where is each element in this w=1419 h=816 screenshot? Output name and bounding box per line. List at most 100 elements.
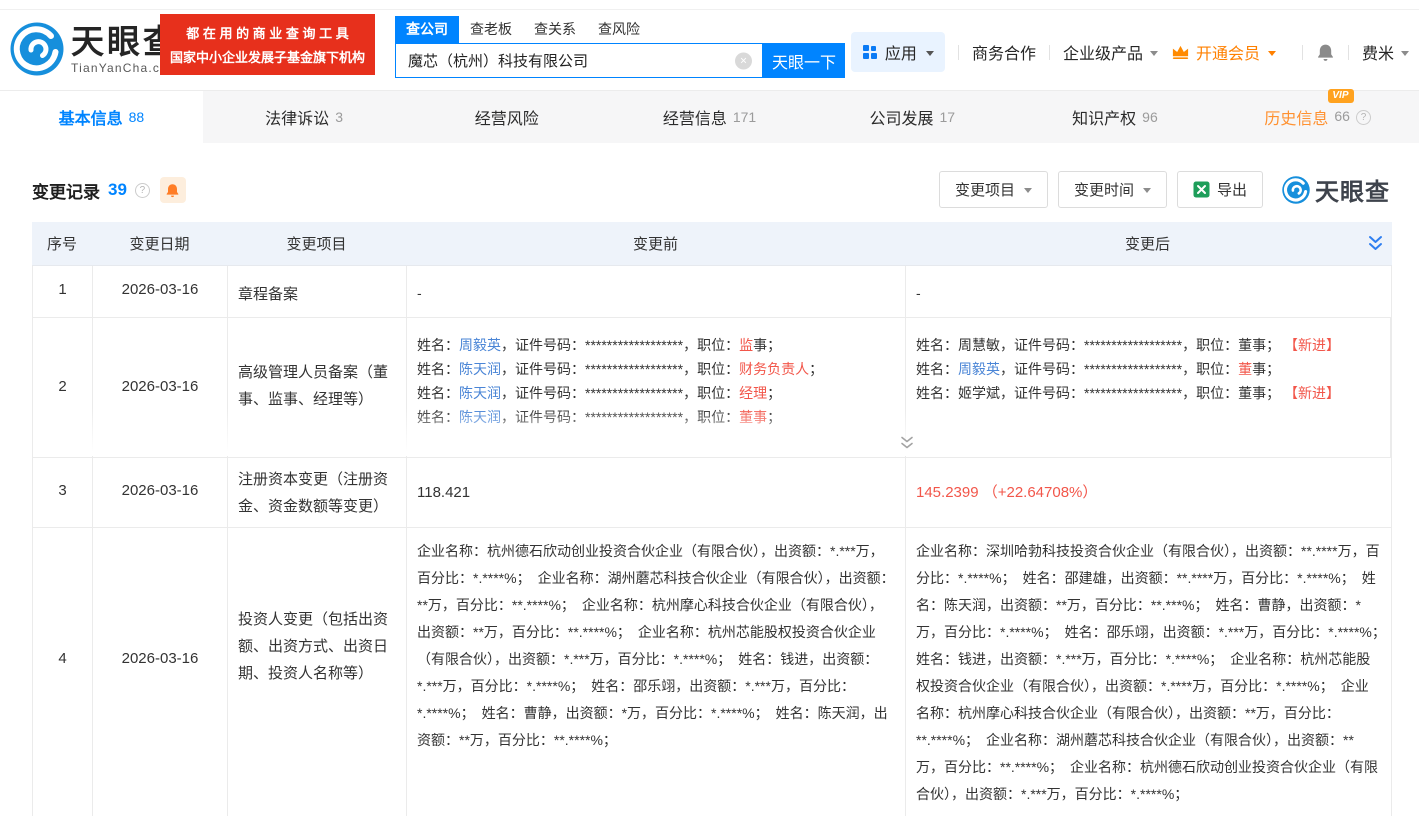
cell-change-item: 投资人变更（包括出资额、出资方式、出资日期、投资人名称等）: [228, 528, 407, 816]
export-button[interactable]: 导出: [1176, 171, 1263, 208]
table-row: 3 2026-03-16 注册资本变更（注册资金、资金数额等变更） 118.42…: [32, 458, 1392, 528]
tab-count: 66: [1334, 108, 1350, 124]
search-tabs: 查公司 查老板 查关系 查风险: [395, 16, 845, 43]
search-button[interactable]: 天眼一下: [763, 43, 845, 78]
nav-enterprise-label: 企业级产品: [1062, 46, 1143, 63]
notification-bell-icon[interactable]: [1316, 43, 1335, 62]
tab-count: 88: [128, 109, 145, 125]
search-tab-boss[interactable]: 查老板: [459, 16, 523, 43]
chevron-down-icon: [1142, 188, 1151, 193]
change-records-table: 序号 变更日期 变更项目 变更前 变更后 1 2026-03-16 章程备案 -…: [32, 222, 1393, 816]
help-icon[interactable]: ?: [134, 182, 150, 198]
search-tab-relation[interactable]: 查关系: [523, 16, 587, 43]
tab-label: 基本信息: [58, 111, 123, 128]
export-label: 导出: [1216, 182, 1247, 199]
nav-divider: [1347, 44, 1349, 60]
table-header-row: 序号 变更日期 变更项目 变更前 变更后: [32, 222, 1392, 266]
cell-seq: 1: [33, 266, 93, 317]
filter-change-time-button[interactable]: 变更时间: [1057, 171, 1167, 208]
tab-history-info[interactable]: 历史信息 VIP 66 ?: [1216, 89, 1419, 143]
chevron-down-icon: [1023, 188, 1032, 193]
expand-row-icon[interactable]: [899, 436, 915, 455]
nav-apps-button[interactable]: 应用: [850, 32, 945, 72]
table-row: 4 2026-03-16 投资人变更（包括出资额、出资方式、出资日期、投资人名称…: [32, 528, 1393, 816]
cell-date: 2026-03-16: [93, 266, 228, 317]
filter-change-item-button[interactable]: 变更项目: [938, 171, 1048, 208]
watermark-label: 天眼查: [1315, 179, 1390, 206]
nav-open-vip[interactable]: 开通会员: [1171, 40, 1276, 64]
entity-link[interactable]: 陈天润: [459, 385, 501, 401]
cell-seq: 2: [33, 318, 93, 457]
chevron-down-icon: [1267, 50, 1276, 56]
subscribe-bell-button[interactable]: [159, 177, 186, 203]
entity-link[interactable]: 周毅英: [459, 337, 501, 353]
cell-change-item: 注册资本变更（注册资金、资金数额等变更）: [228, 458, 407, 527]
tab-company-development[interactable]: 公司发展 17: [811, 91, 1014, 143]
entity-link[interactable]: 周毅英: [958, 361, 1000, 377]
nav-divider: [957, 44, 959, 60]
entity-link[interactable]: 陈天润: [459, 361, 501, 377]
site-logo[interactable]: 天眼查 TianYanCha.com: [10, 22, 179, 76]
tab-operation-info[interactable]: 经营信息 171: [608, 91, 811, 143]
entity-link[interactable]: 陈天润: [459, 409, 501, 425]
nav-user-menu[interactable]: 费米: [1362, 40, 1409, 64]
tab-label: 经营风险: [474, 111, 539, 128]
nav-divider: [1048, 44, 1050, 60]
cell-date: 2026-03-16: [93, 528, 228, 816]
help-icon[interactable]: ?: [1355, 109, 1371, 125]
col-header-date: 变更日期: [129, 236, 190, 253]
header-nav: 应用 商务合作 企业级产品 开通会员 费米: [850, 32, 1409, 72]
tab-legal-litigation[interactable]: 法律诉讼 3: [203, 91, 406, 143]
bell-icon: [1318, 44, 1333, 61]
nav-divider: [1301, 44, 1303, 60]
clear-icon[interactable]: ×: [735, 52, 752, 69]
cell-date: 2026-03-16: [93, 458, 228, 527]
col-header-item: 变更项目: [286, 236, 347, 253]
tab-label: 法律诉讼: [265, 111, 330, 128]
nav-business-cooperation[interactable]: 商务合作: [972, 40, 1036, 64]
table-row: 2 2026-03-16 高级管理人员备案（董事、监事、经理等） 姓名：周毅英，…: [32, 318, 1392, 458]
tab-operation-risk[interactable]: 经营风险: [405, 91, 608, 143]
tianyancha-logo-icon: [10, 22, 64, 76]
cell-after: 企业名称：深圳哈勃科技投资合伙企业（有限合伙），出资额：**.****万，百分比…: [916, 543, 1393, 802]
chevron-down-icon: [1149, 50, 1158, 56]
col-header-after: 变更后: [1124, 236, 1170, 253]
tab-basic-info[interactable]: 基本信息 88: [0, 91, 203, 143]
filter-label: 变更时间: [1073, 182, 1134, 199]
cell-before: -: [407, 266, 906, 317]
promo-line-2: 国家中小企业发展子基金旗下机构: [169, 50, 365, 65]
tianyancha-watermark: 天眼查: [1282, 172, 1390, 207]
bell-icon: [167, 183, 179, 197]
cell-seq: 4: [33, 528, 93, 816]
tab-intellectual-property[interactable]: 知识产权 96: [1014, 91, 1217, 143]
tab-count: 171: [732, 109, 757, 125]
tianyancha-logo-icon: [1282, 175, 1310, 204]
nav-vip-label: 开通会员: [1195, 46, 1260, 63]
crown-icon: [1172, 45, 1189, 60]
nav-apps-label: 应用: [884, 46, 917, 63]
search-tab-risk[interactable]: 查风险: [587, 16, 651, 43]
cell-change-item: 章程备案: [228, 266, 407, 317]
nav-username: 费米: [1361, 46, 1394, 63]
search-tab-company[interactable]: 查公司: [395, 16, 459, 43]
cell-before: 姓名：周毅英，证件号码：******************，职位：监事； 姓名：…: [407, 318, 906, 457]
section-header: 变更记录 39 ?: [32, 177, 186, 203]
vip-badge: VIP: [1328, 89, 1354, 103]
cell-after: 姓名：周慧敏，证件号码：******************，职位：董事； 【新…: [906, 318, 1391, 457]
filter-label: 变更项目: [954, 182, 1015, 199]
search-input[interactable]: [396, 44, 762, 77]
collapse-all-icon[interactable]: [1368, 235, 1383, 256]
promo-banner: 都 在 用 的 商 业 查 询 工 具 国家中小企业发展子基金旗下机构: [160, 14, 375, 75]
cell-before: 企业名称：杭州德石欣动创业投资合伙企业（有限合伙），出资额：*.***万，百分比…: [407, 528, 906, 816]
tab-count: 3: [335, 109, 343, 125]
tab-label: 知识产权: [1072, 111, 1137, 128]
section-count: 39: [108, 180, 127, 199]
tab-label: 经营信息: [662, 111, 727, 128]
col-header-seq: 序号: [46, 236, 77, 253]
cell-after: -: [916, 285, 921, 301]
excel-icon: [1193, 181, 1210, 198]
search-area: 查公司 查老板 查关系 查风险 × 天眼一下: [395, 16, 845, 78]
search-input-wrap: ×: [395, 43, 763, 78]
chevron-down-icon: [1401, 50, 1409, 56]
nav-enterprise-products[interactable]: 企业级产品: [1063, 40, 1158, 64]
